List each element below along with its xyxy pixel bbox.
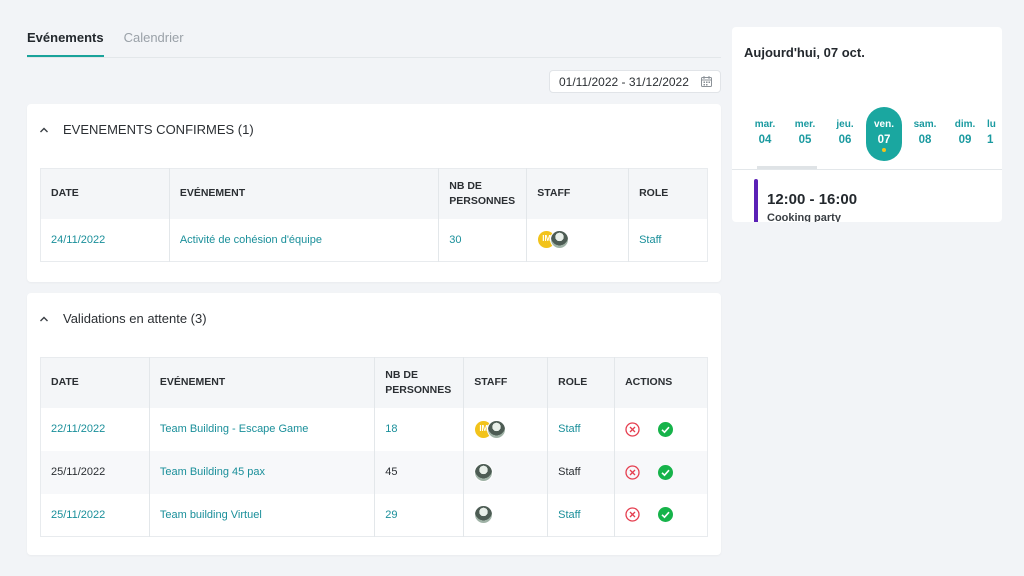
- col-role: ROLE: [628, 168, 708, 219]
- row-staff: IM: [463, 407, 549, 451]
- col-event: EVÉNEMENT: [149, 357, 376, 408]
- chevron-up-icon[interactable]: [39, 126, 49, 134]
- reject-icon[interactable]: [625, 464, 640, 480]
- table-row[interactable]: 25/11/2022 Team building Virtuel 29 Staf…: [40, 493, 708, 537]
- pending-validations-card: Validations en attente (3) DATE EVÉNEMEN…: [27, 293, 721, 555]
- row-date[interactable]: 25/11/2022: [40, 493, 150, 537]
- accept-icon[interactable]: [658, 507, 674, 523]
- pending-validations-table: DATE EVÉNEMENT NB DE PERSONNES STAFF ROLE…: [40, 357, 708, 537]
- pending-validations-title: Validations en attente (3): [63, 311, 207, 326]
- day-strip[interactable]: mar. 04 mer. 05 jeu. 06 ven. 07 sam. 08 dim. 0…: [732, 107, 1002, 163]
- col-event: EVÉNEMENT: [169, 168, 440, 219]
- event-title[interactable]: Cooking party: [767, 212, 841, 222]
- row-event[interactable]: Team Building 45 pax: [149, 450, 376, 494]
- col-staff: STAFF: [463, 357, 549, 408]
- tab-calendrier[interactable]: Calendrier: [124, 30, 184, 58]
- row-role: Staff: [547, 493, 616, 537]
- accept-icon[interactable]: [658, 421, 674, 437]
- event-dot-icon: [882, 148, 886, 152]
- row-date: 25/11/2022: [40, 450, 150, 494]
- day-item[interactable]: lu 1: [987, 107, 1002, 161]
- date-range-picker[interactable]: 01/11/2022 - 31/12/2022: [549, 70, 721, 93]
- day-item-selected[interactable]: ven. 07: [866, 107, 902, 161]
- row-date[interactable]: 22/11/2022: [40, 407, 150, 451]
- row-role: Staff: [639, 233, 662, 246]
- row-staff: IM: [526, 218, 630, 262]
- tabs-divider: [27, 57, 721, 58]
- date-range-value: 01/11/2022 - 31/12/2022: [559, 74, 689, 89]
- col-nb-personnes: NB DE PERSONNES: [438, 168, 528, 219]
- row-event[interactable]: Activité de cohésion d'équipe: [169, 218, 440, 262]
- day-item[interactable]: mer. 05: [787, 107, 823, 161]
- row-actions: [615, 494, 708, 537]
- col-staff: STAFF: [526, 168, 630, 219]
- confirmed-events-table: DATE EVÉNEMENT NB DE PERSONNES STAFF ROLE…: [40, 168, 708, 262]
- col-actions: ACTIONS: [614, 357, 708, 408]
- row-role: Staff: [547, 450, 616, 494]
- chevron-up-icon[interactable]: [39, 315, 49, 323]
- calendar-icon[interactable]: [701, 76, 712, 87]
- today-label: Aujourd'hui, 07 oct.: [744, 45, 865, 60]
- col-nb-personnes: NB DE PERSONNES: [374, 357, 465, 408]
- avatar[interactable]: [487, 419, 507, 439]
- avatar[interactable]: [474, 505, 494, 525]
- confirmed-events-card: EVENEMENTS CONFIRMES (1) DATE EVÉNEMENT …: [27, 104, 721, 282]
- table-row[interactable]: 22/11/2022 Team Building - Escape Game 1…: [40, 407, 708, 451]
- pending-validations-header[interactable]: Validations en attente (3): [39, 311, 207, 326]
- row-nb: 29: [374, 493, 465, 537]
- col-role: ROLE: [547, 357, 616, 408]
- col-date: DATE: [40, 168, 170, 219]
- tab-evenements[interactable]: Evénements: [27, 30, 104, 58]
- table-row[interactable]: 25/11/2022 Team Building 45 pax 45 Staff: [40, 450, 708, 494]
- day-item[interactable]: mar. 04: [747, 107, 783, 161]
- row-nb: 30: [438, 218, 528, 262]
- reject-icon[interactable]: [625, 421, 640, 437]
- agenda-panel: Aujourd'hui, 07 oct. mar. 04 mer. 05 jeu. 0…: [732, 27, 1002, 222]
- col-date: DATE: [40, 357, 150, 408]
- row-event[interactable]: Team building Virtuel: [149, 493, 376, 537]
- day-item[interactable]: sam. 08: [907, 107, 943, 161]
- row-nb: 45: [374, 450, 465, 494]
- reject-icon[interactable]: [625, 507, 640, 522]
- confirmed-events-header[interactable]: EVENEMENTS CONFIRMES (1): [39, 122, 254, 137]
- accept-icon[interactable]: [658, 464, 674, 480]
- row-date[interactable]: 24/11/2022: [40, 218, 170, 262]
- day-item[interactable]: dim. 09: [947, 107, 983, 161]
- row-nb: 18: [374, 407, 465, 451]
- tab-bar: Evénements Calendrier: [27, 30, 184, 58]
- event-color-bar: [754, 179, 758, 222]
- event-time[interactable]: 12:00 - 16:00: [767, 191, 857, 208]
- row-staff: [463, 493, 549, 537]
- row-actions: [614, 450, 708, 494]
- row-staff: [463, 450, 549, 494]
- avatar[interactable]: [550, 230, 570, 250]
- row-event[interactable]: Team Building - Escape Game: [149, 407, 376, 451]
- table-row[interactable]: 24/11/2022 Activité de cohésion d'équipe…: [40, 218, 708, 262]
- confirmed-events-title: EVENEMENTS CONFIRMES (1): [63, 122, 254, 137]
- row-actions: [615, 408, 708, 451]
- day-item[interactable]: jeu. 06: [827, 107, 863, 161]
- agenda-divider: [732, 169, 1002, 170]
- avatar[interactable]: [474, 462, 494, 482]
- row-role: Staff: [547, 407, 616, 451]
